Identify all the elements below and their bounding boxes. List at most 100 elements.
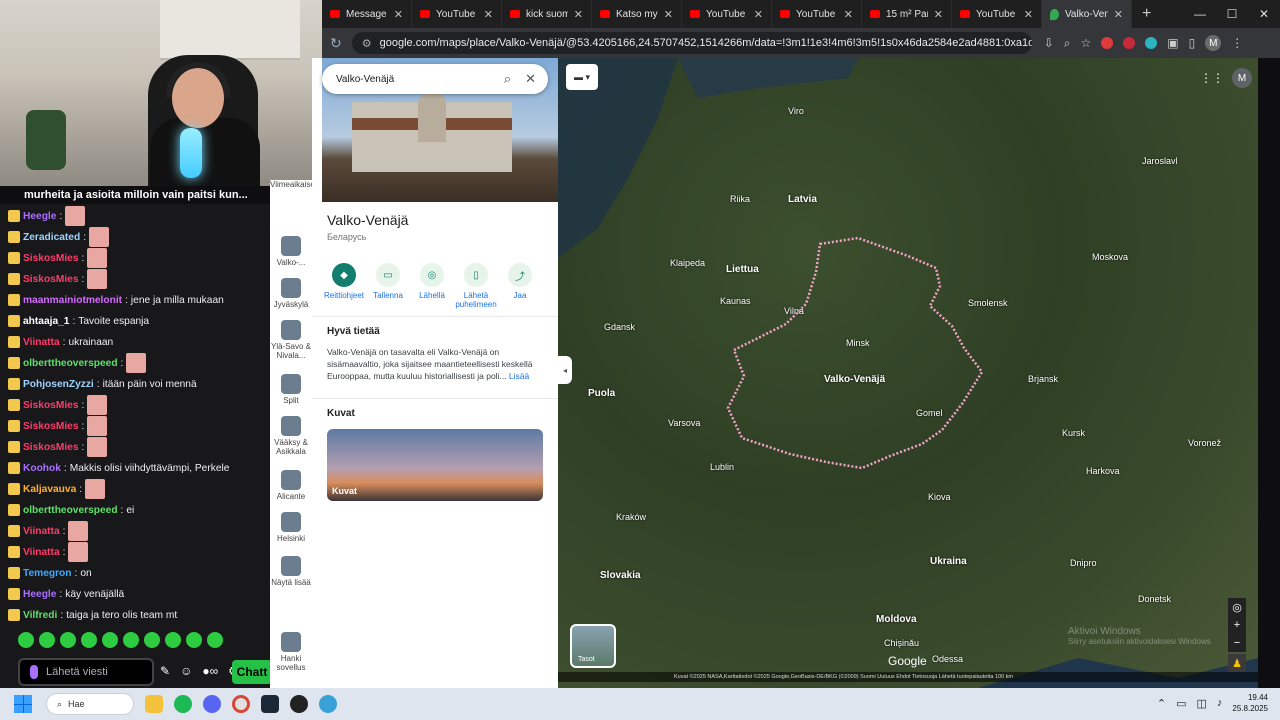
close-tab-icon[interactable]: ✕ (484, 8, 493, 21)
chat-username[interactable]: maanmainiotmelonit (23, 295, 122, 306)
close-tab-icon[interactable]: ✕ (1114, 8, 1123, 21)
network-icon[interactable]: ◫ (1197, 697, 1207, 710)
close-tab-icon[interactable]: ✕ (1024, 8, 1033, 21)
new-tab-button[interactable]: + (1132, 5, 1161, 23)
country-label[interactable]: Liettua (726, 264, 759, 275)
tab[interactable]: Katso myöh ✕ (592, 0, 682, 28)
action-lähellä[interactable]: ◎ Lähellä (410, 263, 454, 309)
city-label[interactable]: Dnipro (1070, 558, 1097, 568)
city-label[interactable]: Klaipeda (670, 258, 705, 268)
city-label[interactable]: Smolensk (968, 298, 1008, 308)
chat-username[interactable]: Vilfredi (23, 610, 57, 621)
tab[interactable]: 15 m² Parte ✕ (862, 0, 952, 28)
tab[interactable]: kick suomi - ✕ (502, 0, 592, 28)
tab[interactable]: YouTube ✕ (412, 0, 502, 28)
chevron-up-icon[interactable]: ⌃ (1157, 697, 1166, 710)
clock[interactable]: 19.44 25.8.2025 (1232, 692, 1268, 714)
file-explorer-icon[interactable] (145, 695, 163, 713)
app-icon[interactable] (319, 695, 337, 713)
reload-icon[interactable]: ↻ (322, 35, 350, 52)
emoji-icon[interactable]: ☺ (180, 664, 192, 678)
microphone-icon[interactable] (30, 665, 38, 679)
emote[interactable] (165, 632, 181, 648)
close-tab-icon[interactable]: ✕ (664, 8, 673, 21)
rail-item[interactable]: Ylä-Savo & Nivala... (270, 320, 312, 360)
chat-username[interactable]: SiskosMies (23, 442, 79, 453)
chat-username[interactable]: Heegle (23, 211, 56, 222)
close-icon[interactable]: ✕ (525, 71, 536, 87)
chat-input[interactable]: Lähetä viesti (18, 658, 154, 686)
city-label[interactable]: Moskova (1092, 252, 1128, 262)
emote[interactable] (207, 632, 223, 648)
points-icon[interactable]: ●∞ (202, 664, 218, 678)
emote[interactable] (60, 632, 76, 648)
country-label[interactable]: Valko-Venäjä (824, 374, 885, 385)
emote[interactable] (102, 632, 118, 648)
address-bar[interactable]: ⚙ google.com/maps/place/Valko-Venäjä/@53… (351, 32, 1032, 54)
sidebar-icon[interactable]: ▯ (1189, 36, 1196, 50)
taskbar-search[interactable]: ⌕ Hae (46, 693, 134, 715)
city-label[interactable]: Kursk (1062, 428, 1085, 438)
volume-icon[interactable]: ♪ (1217, 697, 1223, 709)
extension-icon[interactable] (1123, 37, 1136, 49)
city-label[interactable]: Chișinău (884, 638, 919, 648)
translate-icon[interactable]: ✎ (160, 664, 170, 678)
bookmark-star-icon[interactable]: ☆ (1081, 36, 1092, 50)
steam-icon[interactable] (261, 695, 279, 713)
city-label[interactable]: Varsova (668, 418, 700, 428)
chat-username[interactable]: Temegron (23, 568, 72, 579)
satellite-map[interactable]: Latvia Liettua Puola Valko-Venäjä Ukraina Slo… (558, 58, 1258, 688)
city-label[interactable]: Riika (730, 194, 750, 204)
windows-start-button[interactable] (14, 695, 32, 713)
city-label[interactable]: Kaunas (720, 296, 751, 306)
emote[interactable] (144, 632, 160, 648)
search-icon[interactable]: ⌕ (504, 71, 511, 87)
display-icon[interactable]: ▭ (1176, 697, 1186, 710)
rail-item[interactable]: Viimeaikaiset (270, 180, 317, 189)
apps-grid-icon[interactable]: ⋮⋮ (1200, 71, 1224, 85)
chat-username[interactable]: Koohok (23, 463, 61, 474)
tab[interactable]: YouTube ✕ (682, 0, 772, 28)
about-more-link[interactable]: Lisää (509, 371, 529, 381)
chat-username[interactable]: SiskosMies (23, 400, 79, 411)
close-tab-icon[interactable]: ✕ (934, 8, 943, 21)
country-label[interactable]: Puola (588, 388, 615, 399)
chat-username[interactable]: SiskosMies (23, 421, 79, 432)
rail-item[interactable]: Helsinki (270, 512, 312, 543)
city-label[interactable]: Donetsk (1138, 594, 1171, 604)
close-window-button[interactable]: ✕ (1248, 0, 1280, 28)
menu-icon[interactable]: ⋮ (1231, 36, 1243, 50)
layers-button[interactable]: Tasot (570, 624, 616, 668)
chat-username[interactable]: PohjosenZyzzi (23, 379, 94, 390)
rail-item[interactable]: Näytä lisää (270, 556, 312, 587)
country-label[interactable]: Latvia (788, 194, 817, 205)
emote[interactable] (123, 632, 139, 648)
city-label[interactable]: Harkova (1086, 466, 1120, 476)
tab-active[interactable]: Valko-Venä ✕ (1042, 0, 1132, 28)
action-lähetä-puhelimeen[interactable]: ▯ Lähetä puhelimeen (454, 263, 498, 309)
chat-username[interactable]: ahtaaja_1 (23, 316, 69, 327)
chat-username[interactable]: Kaljavauva (23, 484, 76, 495)
chat-username[interactable]: Viinatta (23, 526, 60, 537)
tab[interactable]: YouTube ✕ (952, 0, 1042, 28)
profile-avatar[interactable]: M (1205, 35, 1222, 51)
close-tab-icon[interactable]: ✕ (574, 8, 583, 21)
city-label[interactable]: Kraków (616, 512, 646, 522)
chat-username[interactable]: Viinatta (23, 547, 60, 558)
zoom-out-button[interactable]: − (1228, 634, 1246, 652)
chat-username[interactable]: Heegle (23, 589, 56, 600)
rail-item[interactable]: Jyväskylä (270, 278, 312, 309)
country-label[interactable]: Moldova (876, 614, 917, 625)
extension-icon[interactable] (1145, 37, 1158, 49)
city-label[interactable]: Gdansk (604, 322, 635, 332)
chat-username[interactable]: olberttheoverspeed (23, 505, 118, 516)
country-label[interactable]: Ukraina (930, 556, 967, 567)
zoom-in-button[interactable]: + (1228, 616, 1246, 634)
maps-search-box[interactable]: Valko-Venäjä ⌕ ✕ (322, 64, 548, 94)
city-label[interactable]: Vilna (784, 306, 804, 316)
chat-username[interactable]: SiskosMies (23, 253, 79, 264)
discord-icon[interactable] (203, 695, 221, 713)
rail-item[interactable]: Vääksy & Asikkala (270, 416, 312, 456)
site-info-icon[interactable]: ⚙ (362, 37, 372, 50)
city-label[interactable]: Lublin (710, 462, 734, 472)
